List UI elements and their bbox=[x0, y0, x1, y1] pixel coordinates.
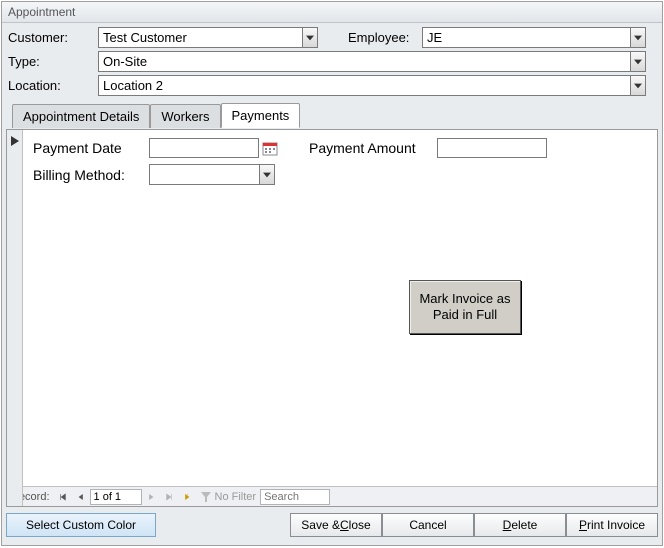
chevron-down-icon[interactable] bbox=[259, 164, 275, 185]
type-combo[interactable] bbox=[98, 51, 646, 72]
location-label: Location: bbox=[8, 78, 98, 93]
customer-input[interactable] bbox=[98, 27, 302, 48]
chevron-down-icon[interactable] bbox=[630, 27, 646, 48]
location-combo[interactable] bbox=[98, 75, 646, 96]
nav-next-button[interactable] bbox=[142, 488, 160, 506]
billing-method-combo[interactable] bbox=[149, 164, 275, 185]
location-input[interactable] bbox=[98, 75, 630, 96]
customer-label: Customer: bbox=[8, 30, 98, 45]
employee-label: Employee: bbox=[348, 30, 422, 45]
record-position-input[interactable] bbox=[90, 489, 142, 505]
footer-button-bar: Select Custom Color Save & Close Cancel … bbox=[2, 507, 662, 545]
record-selector[interactable] bbox=[7, 130, 23, 506]
employee-input[interactable] bbox=[422, 27, 630, 48]
record-search-input[interactable] bbox=[260, 489, 330, 505]
customer-combo[interactable] bbox=[98, 27, 318, 48]
tab-strip: Appointment Details Workers Payments bbox=[8, 102, 656, 127]
payment-amount-input[interactable] bbox=[437, 138, 547, 158]
mark-paid-button[interactable]: Mark Invoice as Paid in Full bbox=[409, 280, 521, 334]
nav-new-button[interactable]: * bbox=[178, 488, 196, 506]
type-input[interactable] bbox=[98, 51, 630, 72]
payment-date-input[interactable] bbox=[149, 138, 259, 158]
mark-paid-line2: Paid in Full bbox=[433, 307, 497, 322]
employee-combo[interactable] bbox=[422, 27, 646, 48]
payment-amount-label: Payment Amount bbox=[309, 140, 431, 156]
chevron-down-icon[interactable] bbox=[302, 27, 318, 48]
chevron-down-icon[interactable] bbox=[630, 51, 646, 72]
header-form: Customer: Employee: Type: Location: bbox=[2, 23, 662, 129]
nav-first-button[interactable] bbox=[54, 488, 72, 506]
nav-last-button[interactable] bbox=[160, 488, 178, 506]
filter-indicator[interactable]: No Filter bbox=[200, 491, 257, 503]
select-custom-color-button[interactable]: Select Custom Color bbox=[6, 513, 156, 537]
chevron-down-icon[interactable] bbox=[630, 75, 646, 96]
current-record-icon bbox=[10, 136, 20, 146]
save-close-button[interactable]: Save & Close bbox=[290, 513, 382, 537]
billing-method-input[interactable] bbox=[149, 164, 259, 185]
tab-appointment-details[interactable]: Appointment Details bbox=[12, 104, 150, 128]
record-navigator: Record: * No Filter bbox=[7, 486, 657, 506]
tab-workers[interactable]: Workers bbox=[150, 104, 220, 128]
nav-prev-button[interactable] bbox=[72, 488, 90, 506]
cancel-button[interactable]: Cancel bbox=[382, 513, 474, 537]
payment-date-label: Payment Date bbox=[33, 140, 143, 156]
print-invoice-button[interactable]: Print Invoice bbox=[566, 513, 658, 537]
window-title: Appointment bbox=[2, 2, 662, 23]
calendar-icon[interactable] bbox=[261, 139, 279, 157]
tab-payments[interactable]: Payments bbox=[221, 103, 301, 128]
billing-method-label: Billing Method: bbox=[33, 167, 143, 183]
mark-paid-line1: Mark Invoice as bbox=[419, 291, 510, 306]
payments-pane: Payment Date Payment Amount Billing Meth… bbox=[6, 129, 658, 507]
type-label: Type: bbox=[8, 54, 98, 69]
no-filter-text: No Filter bbox=[215, 491, 257, 503]
delete-button[interactable]: Delete bbox=[474, 513, 566, 537]
funnel-icon bbox=[200, 491, 212, 503]
